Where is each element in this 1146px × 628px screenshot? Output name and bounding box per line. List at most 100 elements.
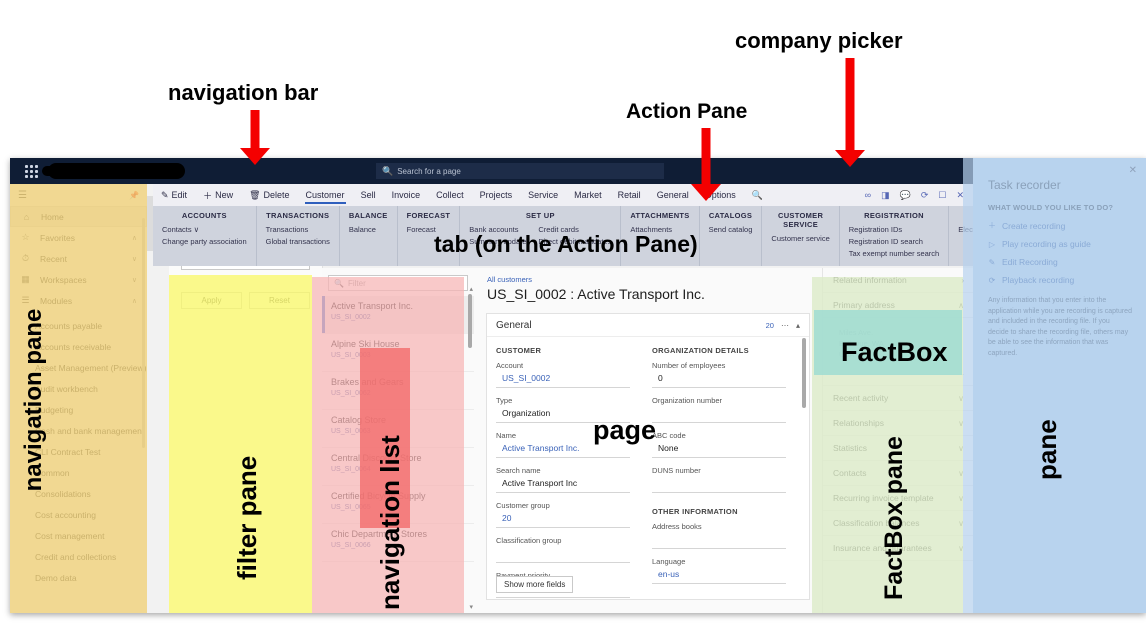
field-account: Account US_SI_0002 <box>496 361 630 388</box>
field-value[interactable] <box>652 478 786 493</box>
action-label: Delete <box>263 190 290 200</box>
overlay-navigation-list: navigation list <box>375 435 405 610</box>
action-label: Edit <box>171 190 188 200</box>
show-more-fields-button[interactable]: Show more fields <box>496 576 574 593</box>
overlay-page: page <box>593 415 657 445</box>
action-group-item[interactable]: Registration ID search <box>849 236 939 248</box>
office-icon[interactable]: ◨ <box>881 190 890 201</box>
field-customer-group: Customer group 20 <box>496 501 630 528</box>
action-group-title: REGISTRATION <box>864 211 924 220</box>
callout-action-pane: Action Pane <box>626 100 748 123</box>
search-placeholder: Search for a page <box>397 166 461 176</box>
field-language: Language en-us <box>652 557 786 584</box>
field-label: DUNS number <box>652 466 701 475</box>
tab-market[interactable]: Market <box>566 184 610 206</box>
tab-collect[interactable]: Collect <box>428 184 472 206</box>
action-group-item[interactable]: Forecast <box>407 224 436 236</box>
callout-navigation-bar: navigation bar <box>168 80 319 105</box>
customer-column: CUSTOMER Account US_SI_0002 Type Organizati… <box>496 344 630 599</box>
search-input[interactable]: 🔍 Search for a page <box>376 163 664 179</box>
action-group-item[interactable]: Balance <box>349 224 376 236</box>
action-group-item[interactable]: Contacts ∨ <box>162 224 247 236</box>
field-label: ABC code <box>652 431 686 440</box>
page-title: US_SI_0002 : Active Transport Inc. <box>487 286 705 302</box>
scroll-up-icon[interactable]: ▴ <box>469 285 473 293</box>
scroll-down-icon[interactable]: ▾ <box>469 603 473 611</box>
navigation-list-scrollbar[interactable] <box>468 294 472 348</box>
window-icon[interactable]: ☐ <box>938 190 946 201</box>
field-label: Organization number <box>652 396 723 405</box>
action-group-title: ATTACHMENTS <box>630 211 690 220</box>
overlay-task-pane-highlight <box>963 158 1146 613</box>
tab-general[interactable]: General <box>649 184 697 206</box>
action-group-title: ACCOUNTS <box>181 211 227 220</box>
ellipsis-icon[interactable]: ⋯ <box>781 321 789 330</box>
breadcrumb[interactable]: All customers <box>474 268 822 284</box>
field-label: Customer group <box>496 501 550 510</box>
action-group-catalogs: CATALOGS Send catalog <box>700 206 763 266</box>
action-edit-button[interactable]: ✎ Edit <box>153 184 195 206</box>
field-value[interactable]: US_SI_0002 <box>496 373 630 388</box>
action-group-accounts: ACCOUNTS Contacts ∨ Change party associati… <box>153 206 257 266</box>
field-value[interactable]: en-us <box>652 569 786 584</box>
action-group-item[interactable]: Customer service <box>771 233 829 245</box>
action-pane-tools: ∞ ◨ 💬 ⟳ ☐ ✕ <box>865 190 973 201</box>
field-label: Account <box>496 361 524 370</box>
action-group-item[interactable]: Transactions <box>266 224 330 236</box>
action-group-transactions: TRANSACTIONS Transactions Global transacti… <box>257 206 340 266</box>
field-value[interactable]: Active Transport Inc <box>496 478 630 493</box>
refresh-icon[interactable]: ⟳ <box>921 190 929 201</box>
page-scrollbar[interactable] <box>802 338 806 408</box>
action-group-item[interactable]: Tax exempt number search <box>849 248 939 260</box>
overlay-factbox-pane: FactBox pane <box>880 436 908 600</box>
action-group-item[interactable]: Send catalog <box>709 224 753 236</box>
section-customer: CUSTOMER <box>496 346 542 355</box>
action-group-item[interactable]: Change party association <box>162 236 247 248</box>
action-group-item[interactable]: Global transactions <box>266 236 330 248</box>
chat-icon[interactable]: 💬 <box>900 190 911 201</box>
field-abc-code: ABC code None <box>652 431 786 458</box>
search-icon[interactable]: 🔍 <box>744 184 771 206</box>
field-value[interactable] <box>496 548 630 563</box>
tab-invoice[interactable]: Invoice <box>384 184 429 206</box>
field-value[interactable]: 0 <box>652 373 786 388</box>
card-header[interactable]: General 20 ⋯ ▴ <box>487 314 809 337</box>
action-new-button[interactable]: ＋ New <box>195 184 241 206</box>
arrow-company-picker <box>835 58 865 170</box>
chevron-up-icon[interactable]: ▴ <box>796 321 800 330</box>
field-label: Classification group <box>496 536 562 545</box>
overlay-filter-pane: filter pane <box>232 455 262 580</box>
tab-customer[interactable]: Customer <box>298 184 353 206</box>
field-classification-group: Classification group <box>496 536 630 563</box>
card-count: 20 <box>765 320 774 330</box>
section-organization: ORGANIZATION DETAILS <box>652 346 749 355</box>
field-value[interactable]: None <box>652 443 786 458</box>
field-value[interactable] <box>652 534 786 549</box>
field-search-name: Search name Active Transport Inc <box>496 466 630 493</box>
tab-sell[interactable]: Sell <box>353 184 384 206</box>
action-group-item[interactable]: Registration IDs <box>849 224 939 236</box>
action-delete-button[interactable]: 🗑 Delete <box>241 184 297 206</box>
overlay-pane: pane <box>1032 419 1062 480</box>
tab-service[interactable]: Service <box>520 184 566 206</box>
waffle-icon[interactable] <box>24 164 38 178</box>
field-organization-number: Organization number <box>652 396 786 423</box>
tab-projects[interactable]: Projects <box>472 184 521 206</box>
action-group-registration: REGISTRATION Registration IDs Registration… <box>840 206 950 266</box>
callout-company-picker: company picker <box>735 28 903 53</box>
field-value[interactable] <box>652 408 786 423</box>
app-title-redacted <box>42 163 185 179</box>
field-value[interactable]: 20 <box>496 513 630 528</box>
action-group-title: BALANCE <box>348 211 388 220</box>
field-label: Search name <box>496 466 541 475</box>
action-group-title: SET UP <box>525 211 555 220</box>
trash-icon: 🗑 <box>249 189 261 200</box>
field-label: Address books <box>652 522 702 531</box>
section-other: OTHER INFORMATION <box>652 507 738 516</box>
plus-icon: ＋ <box>203 190 213 201</box>
pencil-icon: ✎ <box>161 189 169 200</box>
tab-retail[interactable]: Retail <box>610 184 649 206</box>
attach-icon[interactable]: ∞ <box>865 190 871 200</box>
overlay-navigation-pane: navigation pane <box>20 308 47 492</box>
arrow-navigation-bar <box>240 110 270 166</box>
